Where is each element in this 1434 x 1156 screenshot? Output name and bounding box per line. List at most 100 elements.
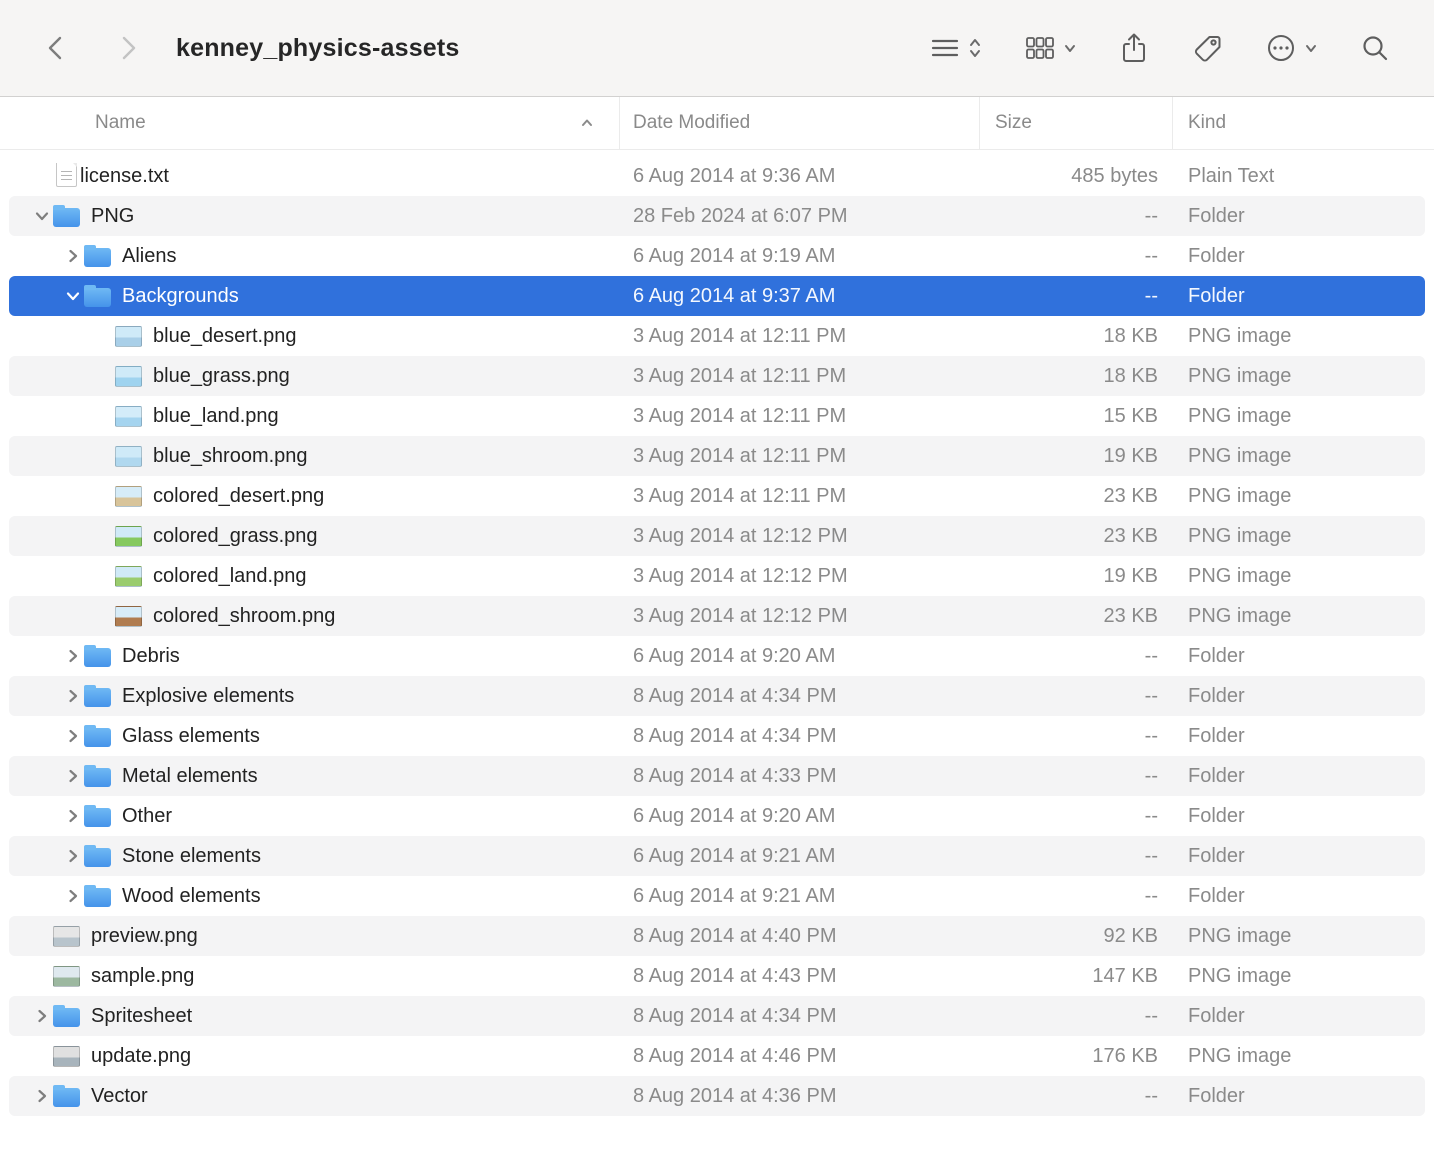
back-button[interactable] xyxy=(44,33,68,63)
file-row[interactable]: Other 6 Aug 2014 at 9:20 AM -- Folder xyxy=(9,796,1425,836)
folder-icon xyxy=(84,288,111,307)
png-thumbnail-icon xyxy=(115,526,142,547)
kind-value: Folder xyxy=(1173,685,1425,708)
file-row[interactable]: sample.png 8 Aug 2014 at 4:43 PM 147 KB … xyxy=(9,956,1425,996)
more-actions-button[interactable] xyxy=(1265,32,1318,64)
file-row[interactable]: Backgrounds 6 Aug 2014 at 9:37 AM -- Fol… xyxy=(9,276,1425,316)
column-header-size[interactable]: Size xyxy=(980,97,1173,149)
name-cell: PNG xyxy=(9,205,620,228)
file-name: colored_land.png xyxy=(153,565,306,588)
kind-value: PNG image xyxy=(1173,365,1425,388)
file-row[interactable]: Debris 6 Aug 2014 at 9:20 AM -- Folder xyxy=(9,636,1425,676)
expand-chevron-icon[interactable] xyxy=(31,1008,53,1024)
size-value: 23 KB xyxy=(980,485,1173,508)
folder-icon xyxy=(84,728,111,747)
size-value: 18 KB xyxy=(980,325,1173,348)
kind-value: PNG image xyxy=(1173,1045,1425,1068)
kind-value: Folder xyxy=(1173,1005,1425,1028)
expand-chevron-icon[interactable] xyxy=(62,648,84,664)
name-cell: colored_land.png xyxy=(9,565,620,588)
file-name: license.txt xyxy=(80,165,169,188)
date-modified-value: 8 Aug 2014 at 4:34 PM xyxy=(620,1005,980,1028)
file-row[interactable]: license.txt 6 Aug 2014 at 9:36 AM 485 by… xyxy=(9,156,1425,196)
date-modified-value: 6 Aug 2014 at 9:20 AM xyxy=(620,645,980,668)
search-button[interactable] xyxy=(1360,33,1390,63)
column-label-name: Name xyxy=(95,112,146,134)
file-name: blue_shroom.png xyxy=(153,445,308,468)
size-value: -- xyxy=(980,645,1173,668)
png-thumbnail-icon xyxy=(115,566,142,587)
file-row[interactable]: blue_grass.png 3 Aug 2014 at 12:11 PM 18… xyxy=(9,356,1425,396)
name-cell: Other xyxy=(9,805,620,828)
folder-icon xyxy=(84,648,111,667)
file-name: update.png xyxy=(91,1045,191,1068)
kind-value: Folder xyxy=(1173,885,1425,908)
file-row[interactable]: blue_land.png 3 Aug 2014 at 12:11 PM 15 … xyxy=(9,396,1425,436)
size-value: 92 KB xyxy=(980,925,1173,948)
file-row[interactable]: Spritesheet 8 Aug 2014 at 4:34 PM -- Fol… xyxy=(9,996,1425,1036)
share-button[interactable] xyxy=(1119,31,1149,65)
date-modified-value: 8 Aug 2014 at 4:34 PM xyxy=(620,725,980,748)
tag-button[interactable] xyxy=(1191,32,1223,64)
forward-button[interactable] xyxy=(116,33,140,63)
expand-chevron-icon[interactable] xyxy=(31,1088,53,1104)
file-name: Glass elements xyxy=(122,725,260,748)
expand-chevron-icon[interactable] xyxy=(62,768,84,784)
date-modified-value: 8 Aug 2014 at 4:40 PM xyxy=(620,925,980,948)
date-modified-value: 3 Aug 2014 at 12:11 PM xyxy=(620,485,980,508)
group-by-button[interactable] xyxy=(929,33,982,63)
collapse-chevron-icon[interactable] xyxy=(62,288,84,304)
file-row[interactable]: blue_shroom.png 3 Aug 2014 at 12:11 PM 1… xyxy=(9,436,1425,476)
column-header-date-modified[interactable]: Date Modified xyxy=(620,97,980,149)
collapse-chevron-icon[interactable] xyxy=(31,208,53,224)
kind-value: Folder xyxy=(1173,765,1425,788)
file-row[interactable]: colored_grass.png 3 Aug 2014 at 12:12 PM… xyxy=(9,516,1425,556)
file-row[interactable]: Wood elements 6 Aug 2014 at 9:21 AM -- F… xyxy=(9,876,1425,916)
size-value: -- xyxy=(980,1005,1173,1028)
file-row[interactable]: colored_desert.png 3 Aug 2014 at 12:11 P… xyxy=(9,476,1425,516)
share-icon xyxy=(1119,31,1149,65)
date-modified-value: 6 Aug 2014 at 9:37 AM xyxy=(620,285,980,308)
expand-chevron-icon[interactable] xyxy=(62,248,84,264)
file-row[interactable]: Stone elements 6 Aug 2014 at 9:21 AM -- … xyxy=(9,836,1425,876)
toolbar-actions xyxy=(929,31,1404,65)
expand-chevron-icon[interactable] xyxy=(62,848,84,864)
file-name: Wood elements xyxy=(122,885,261,908)
file-name: preview.png xyxy=(91,925,198,948)
file-row[interactable]: Vector 8 Aug 2014 at 4:36 PM -- Folder xyxy=(9,1076,1425,1116)
file-row[interactable]: update.png 8 Aug 2014 at 4:46 PM 176 KB … xyxy=(9,1036,1425,1076)
text-file-icon xyxy=(56,163,77,187)
view-options-button[interactable] xyxy=(1024,33,1077,63)
file-name: Other xyxy=(122,805,172,828)
expand-chevron-icon[interactable] xyxy=(62,808,84,824)
expand-chevron-icon[interactable] xyxy=(62,688,84,704)
file-row[interactable]: colored_shroom.png 3 Aug 2014 at 12:12 P… xyxy=(9,596,1425,636)
name-cell: blue_land.png xyxy=(9,405,620,428)
file-row[interactable]: blue_desert.png 3 Aug 2014 at 12:11 PM 1… xyxy=(9,316,1425,356)
date-modified-value: 6 Aug 2014 at 9:36 AM xyxy=(620,165,980,188)
grid-view-icon xyxy=(1024,33,1056,63)
kind-value: PNG image xyxy=(1173,525,1425,548)
file-row[interactable]: Metal elements 8 Aug 2014 at 4:33 PM -- … xyxy=(9,756,1425,796)
file-row[interactable]: Aliens 6 Aug 2014 at 9:19 AM -- Folder xyxy=(9,236,1425,276)
date-modified-value: 6 Aug 2014 at 9:21 AM xyxy=(620,845,980,868)
file-row[interactable]: colored_land.png 3 Aug 2014 at 12:12 PM … xyxy=(9,556,1425,596)
folder-icon xyxy=(84,888,111,907)
file-row[interactable]: Explosive elements 8 Aug 2014 at 4:34 PM… xyxy=(9,676,1425,716)
name-cell: Debris xyxy=(9,645,620,668)
date-modified-value: 8 Aug 2014 at 4:43 PM xyxy=(620,965,980,988)
file-row[interactable]: Glass elements 8 Aug 2014 at 4:34 PM -- … xyxy=(9,716,1425,756)
kind-value: Folder xyxy=(1173,845,1425,868)
png-thumbnail-icon xyxy=(115,446,142,467)
column-header-kind[interactable]: Kind xyxy=(1173,97,1434,149)
expand-chevron-icon[interactable] xyxy=(62,888,84,904)
size-value: -- xyxy=(980,245,1173,268)
file-name: Debris xyxy=(122,645,180,668)
expand-chevron-icon[interactable] xyxy=(62,728,84,744)
chevron-down-icon xyxy=(1063,41,1077,55)
date-modified-value: 3 Aug 2014 at 12:11 PM xyxy=(620,325,980,348)
column-header-name[interactable]: Name xyxy=(0,97,620,149)
file-row[interactable]: preview.png 8 Aug 2014 at 4:40 PM 92 KB … xyxy=(9,916,1425,956)
file-row[interactable]: PNG 28 Feb 2024 at 6:07 PM -- Folder xyxy=(9,196,1425,236)
date-modified-value: 6 Aug 2014 at 9:19 AM xyxy=(620,245,980,268)
